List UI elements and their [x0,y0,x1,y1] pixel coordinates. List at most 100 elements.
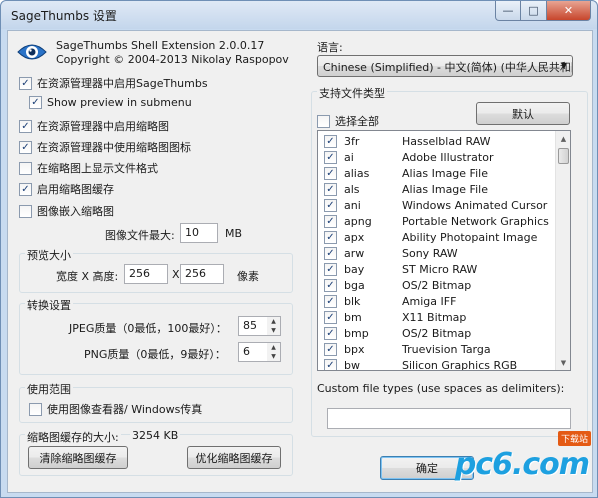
scrollbar-thumb[interactable] [558,148,569,164]
file-type-row[interactable]: ✓ ai Adobe Illustrator [318,149,558,165]
preview-size-title: 预览大小 [25,247,73,263]
file-description: Hasselblad RAW [402,134,491,148]
eye-icon [17,44,47,60]
checkbox-box[interactable]: ✓ [324,166,337,180]
file-description: Windows Animated Cursor [402,198,548,212]
checkbox-box[interactable] [19,204,32,218]
file-description: Silicon Graphics RGB [402,358,518,371]
language-select[interactable]: Chinese (Simplified) - 中文(简体) (中华人民共和国 ▼ [317,55,573,77]
custom-types-label: Custom file types (use spaces as delimit… [317,382,565,395]
file-extension: apng [344,214,372,228]
checkbox-box[interactable]: ✓ [324,278,337,292]
file-type-row[interactable]: ✓ bmp OS/2 Bitmap [318,325,558,341]
file-type-row[interactable]: ✓ bay ST Micro RAW [318,261,558,277]
select-all-checkbox[interactable]: 选择全部 [317,113,379,129]
max-file-input[interactable]: 10 [180,223,218,243]
checkbox-box[interactable] [317,114,330,128]
png-quality-input[interactable]: 6 [238,342,268,362]
checkbox-box[interactable]: ✓ [324,182,337,196]
file-type-row[interactable]: ✓ bm X11 Bitmap [318,309,558,325]
preview-size-separator: X [172,268,180,281]
file-description: Alias Image File [402,182,488,196]
preview-size-unit: 像素 [237,270,259,283]
show-format-checkbox[interactable]: 在缩略图上显示文件格式 [19,160,158,176]
default-button[interactable]: 默认 [476,102,570,125]
checkbox-box[interactable]: ✓ [324,214,337,228]
preview-height-input[interactable]: 256 [180,264,224,284]
jpeg-quality-input[interactable]: 85 [238,316,268,336]
show-preview-checkbox[interactable]: ✓ Show preview in submenu [29,96,192,109]
checkbox-box[interactable] [19,161,32,175]
clear-cache-button[interactable]: 清除缩略图缓存 [28,446,128,469]
enable-sagethumbs-checkbox[interactable]: ✓ 在资源管理器中启用SageThumbs [19,75,208,91]
file-extension: blk [344,294,361,308]
file-description: X11 Bitmap [402,310,467,324]
arrow-up-icon[interactable]: ▲ [267,343,280,352]
file-type-row[interactable]: ✓ als Alias Image File [318,181,558,197]
embed-thumbnail-checkbox[interactable]: 图像嵌入缩略图 [19,203,114,219]
checkbox-box[interactable]: ✓ [324,134,337,148]
arrow-down-icon[interactable]: ▼ [267,326,280,335]
file-extension: bga [344,278,365,292]
close-button[interactable]: ✕ [547,1,591,21]
file-extension: alias [344,166,370,180]
maximize-button[interactable]: □ [521,1,547,21]
file-types-list[interactable]: ▲ ▼ ✓ 3fr Hasselblad RAW ✓ ai Adobe Illustrat… [317,130,571,371]
arrow-up-icon[interactable]: ▲ [556,131,570,146]
checkbox-box[interactable]: ✓ [324,230,337,244]
file-description: Truevision Targa [402,342,491,356]
checkbox-box[interactable]: ✓ [324,358,337,370]
checkbox-box[interactable]: ✓ [19,76,32,90]
custom-types-input[interactable] [327,408,571,429]
file-type-row[interactable]: ✓ apng Portable Network Graphics [318,213,558,229]
optimize-cache-button[interactable]: 优化缩略图缓存 [187,446,281,469]
enable-thumbnails-checkbox[interactable]: ✓ 在资源管理器中启用缩略图 [19,118,169,134]
file-description: Portable Network Graphics [402,214,549,228]
file-type-row[interactable]: ✓ arw Sony RAW [318,245,558,261]
thumbnail-icons-checkbox[interactable]: ✓ 在资源管理器中使用缩略图图标 [19,139,191,155]
arrow-up-icon[interactable]: ▲ [267,317,280,326]
file-type-row[interactable]: ✓ apx Ability Photopaint Image [318,229,558,245]
checkbox-box[interactable]: ✓ [324,294,337,308]
checkbox-box[interactable]: ✓ [324,342,337,356]
checkbox-box[interactable]: ✓ [324,150,337,164]
checkbox-box[interactable]: ✓ [324,326,337,340]
preview-width-input[interactable]: 256 [124,264,168,284]
checkbox-box[interactable]: ✓ [29,96,42,109]
copyright-text: Copyright © 2004-2013 Nikolay Raspopov [56,53,289,66]
checkbox-box[interactable] [29,402,42,416]
checkbox-box[interactable]: ✓ [324,310,337,324]
file-type-row[interactable]: ✓ bpx Truevision Targa [318,341,558,357]
cache-size-label: 缩略图缓存的大小: [25,429,121,445]
file-type-row[interactable]: ✓ blk Amiga IFF [318,293,558,309]
product-name: SageThumbs Shell Extension 2.0.0.17 [56,39,265,52]
file-type-row[interactable]: ✓ alias Alias Image File [318,165,558,181]
file-description: OS/2 Bitmap [402,326,472,340]
checkbox-box[interactable]: ✓ [19,182,32,196]
arrow-down-icon[interactable]: ▼ [556,355,570,370]
checkbox-box[interactable]: ✓ [19,119,32,133]
max-file-unit: MB [225,227,243,240]
file-type-row[interactable]: ✓ 3fr Hasselblad RAW [318,133,558,149]
checkbox-box[interactable]: ✓ [324,198,337,212]
checkbox-box[interactable]: ✓ [19,140,32,154]
window-title: SageThumbs 设置 [11,9,117,23]
language-label: 语言: [317,41,343,54]
arrow-down-icon[interactable]: ▼ [267,352,280,361]
file-types-title: 支持文件类型 [317,85,387,101]
thumbnail-cache-checkbox[interactable]: ✓ 启用缩略图缓存 [19,181,114,197]
minimize-button[interactable]: — [495,1,521,21]
file-type-row[interactable]: ✓ bw Silicon Graphics RGB [318,357,558,371]
file-type-row[interactable]: ✓ bga OS/2 Bitmap [318,277,558,293]
title-bar[interactable]: SageThumbs 设置 — □ ✕ [1,1,597,29]
checkbox-box[interactable]: ✓ [324,262,337,276]
jpeg-quality-spinner[interactable]: ▲ ▼ [267,316,281,336]
png-quality-spinner[interactable]: ▲ ▼ [267,342,281,362]
image-viewer-checkbox[interactable]: 使用图像查看器/ Windows传真 [29,401,202,417]
jpeg-quality-label: JPEG质量（0最低，100最好）： [69,322,227,335]
file-type-row[interactable]: ✓ ani Windows Animated Cursor [318,197,558,213]
checkbox-box[interactable]: ✓ [324,246,337,260]
file-description: Sony RAW [402,246,458,260]
file-description: OS/2 Bitmap [402,278,472,292]
file-description: Alias Image File [402,166,488,180]
